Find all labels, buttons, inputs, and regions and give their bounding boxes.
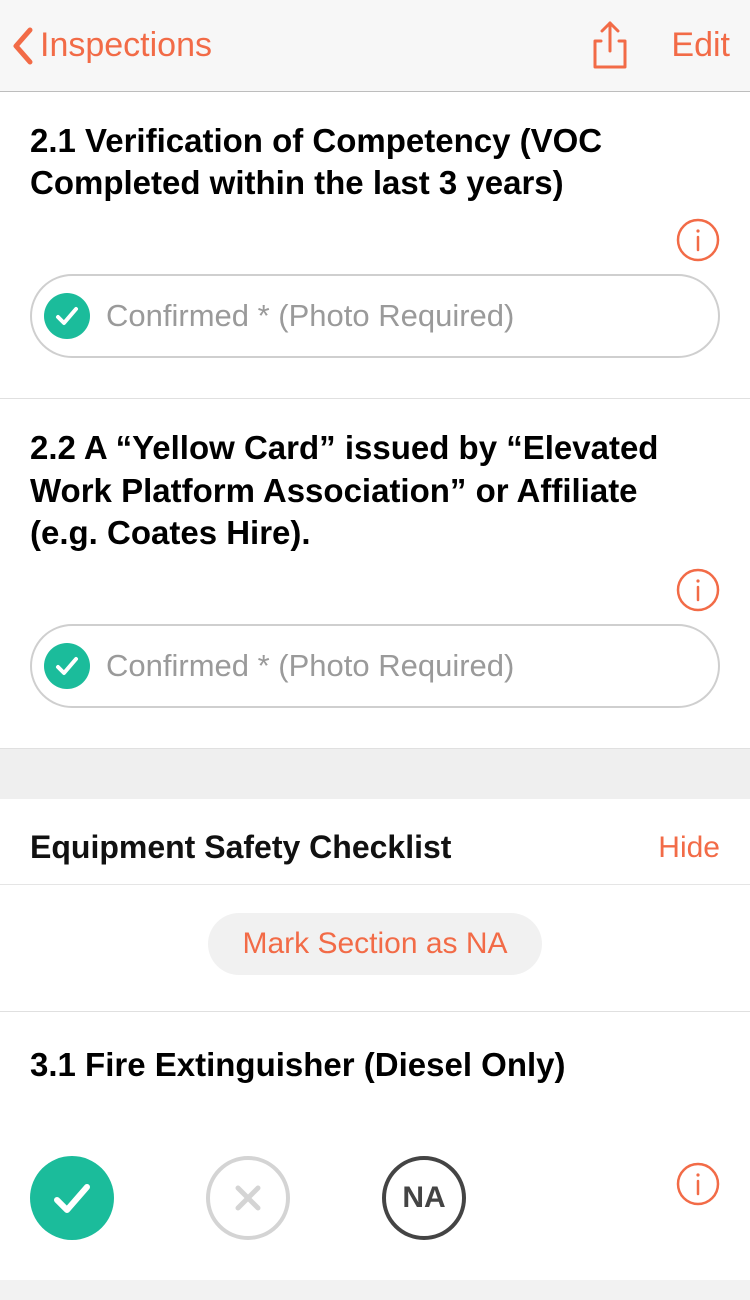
edit-button[interactable]: Edit bbox=[671, 26, 730, 65]
question-2-2: 2.2 A “Yellow Card” issued by “Elevated … bbox=[0, 399, 750, 749]
check-icon bbox=[44, 293, 90, 339]
na-label: NA bbox=[402, 1181, 445, 1215]
confirm-pill[interactable]: Confirmed * (Photo Required) bbox=[30, 274, 720, 358]
confirm-label: Confirmed * (Photo Required) bbox=[106, 298, 514, 334]
navbar: Inspections Edit bbox=[0, 0, 750, 92]
back-button[interactable]: Inspections bbox=[10, 26, 212, 66]
chevron-left-icon bbox=[10, 26, 34, 66]
question-title: 3.1 Fire Extinguisher (Diesel Only) bbox=[30, 1044, 720, 1086]
question-title: 2.1 Verification of Competency (VOC Comp… bbox=[30, 120, 720, 204]
answer-row: NA bbox=[30, 1150, 720, 1240]
confirm-label: Confirmed * (Photo Required) bbox=[106, 648, 514, 684]
share-icon[interactable] bbox=[589, 21, 631, 71]
info-icon[interactable] bbox=[676, 218, 720, 262]
back-label: Inspections bbox=[40, 26, 212, 65]
info-icon[interactable] bbox=[676, 1162, 720, 1206]
section-title: Equipment Safety Checklist bbox=[30, 829, 658, 866]
hide-button[interactable]: Hide bbox=[658, 831, 720, 865]
answer-yes-button[interactable] bbox=[30, 1156, 114, 1240]
answer-na-button[interactable]: NA bbox=[382, 1156, 466, 1240]
info-icon[interactable] bbox=[676, 568, 720, 612]
mark-section-na-button[interactable]: Mark Section as NA bbox=[208, 913, 541, 975]
section-header: Equipment Safety Checklist Hide bbox=[0, 799, 750, 885]
question-3-1: 3.1 Fire Extinguisher (Diesel Only) NA bbox=[0, 1012, 750, 1280]
mark-na-row: Mark Section as NA bbox=[0, 885, 750, 1012]
check-icon bbox=[44, 643, 90, 689]
answer-no-button[interactable] bbox=[206, 1156, 290, 1240]
question-2-1: 2.1 Verification of Competency (VOC Comp… bbox=[0, 92, 750, 399]
confirm-pill[interactable]: Confirmed * (Photo Required) bbox=[30, 624, 720, 708]
question-title: 2.2 A “Yellow Card” issued by “Elevated … bbox=[30, 427, 720, 554]
section-divider bbox=[0, 749, 750, 799]
